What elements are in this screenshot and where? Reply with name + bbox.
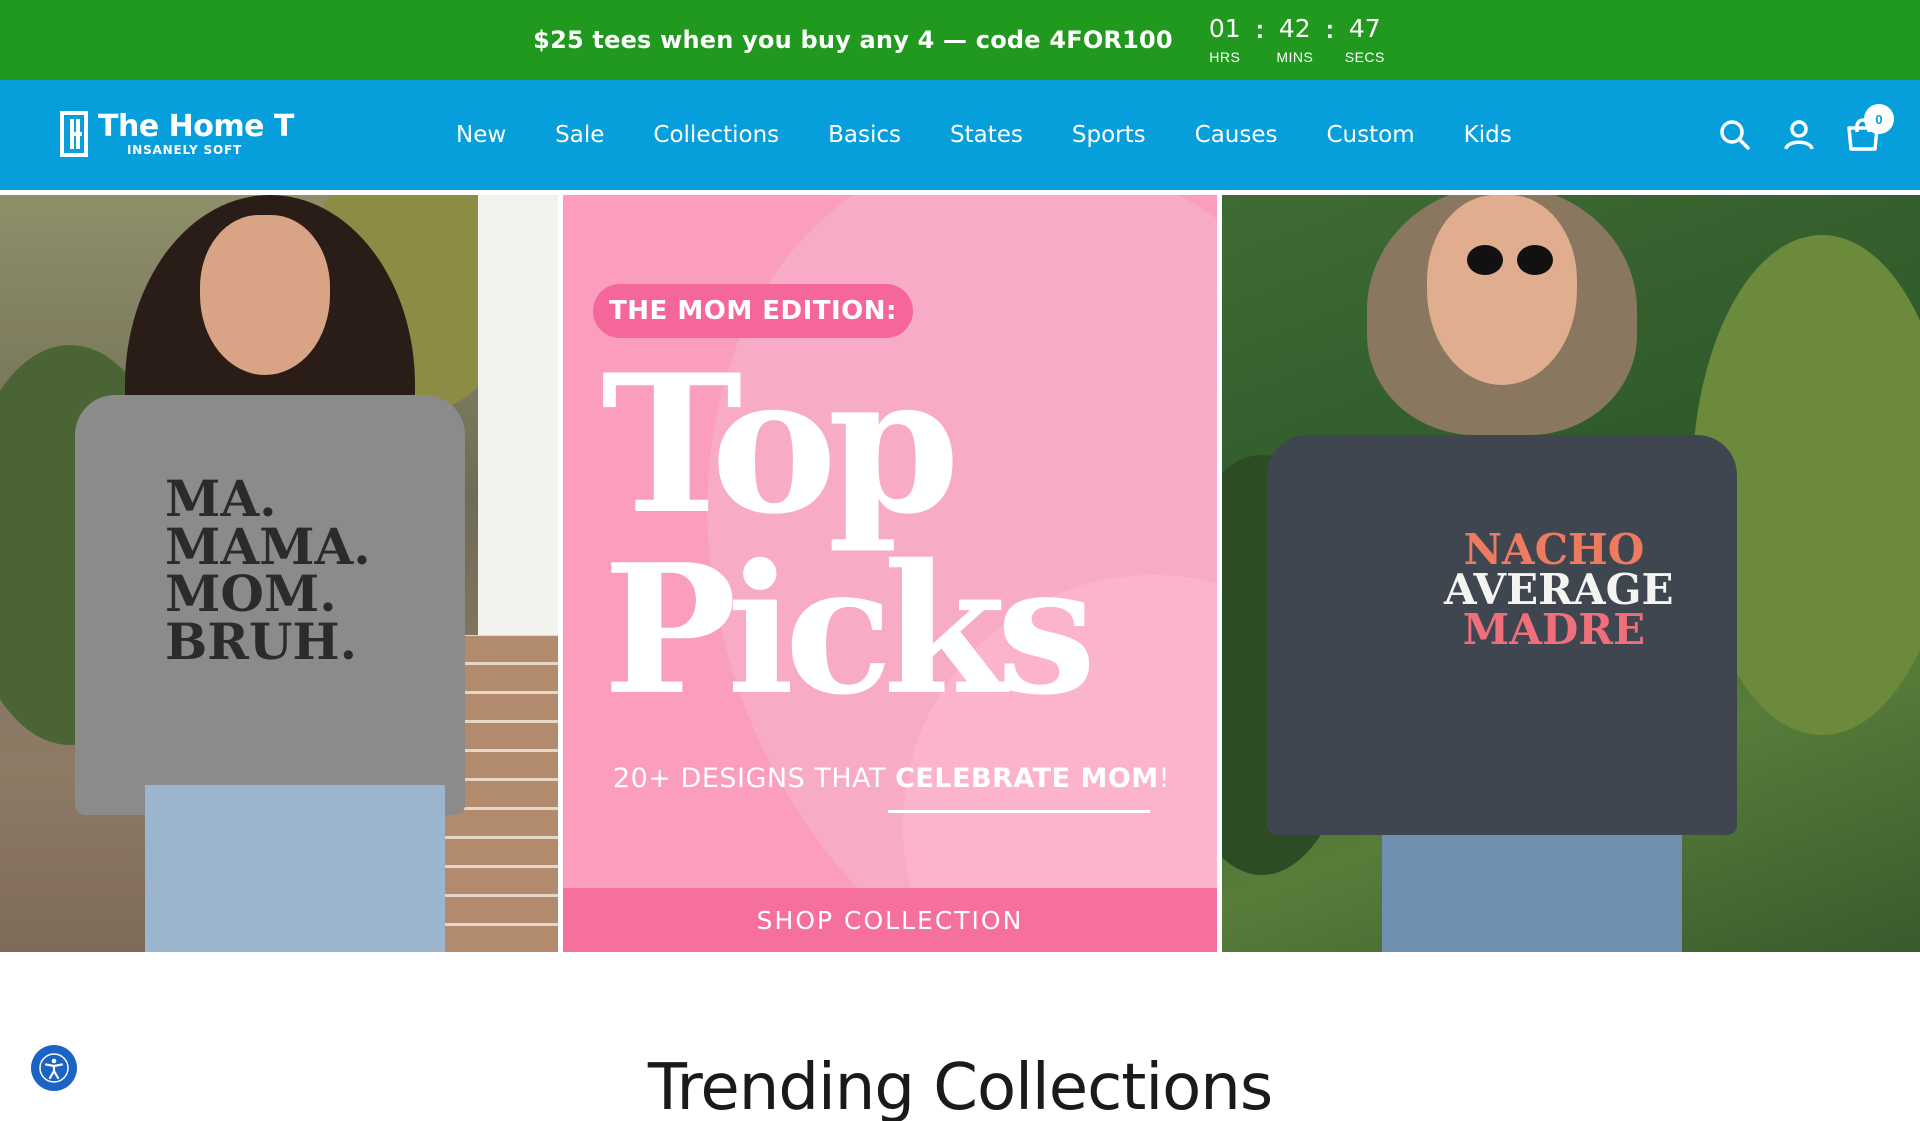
nav-item-new[interactable]: New [456,122,506,148]
account-icon[interactable] [1782,118,1816,152]
countdown-separator: : [1325,14,1335,44]
hero-photo-left[interactable]: MA. MAMA. MOM. BRUH. [0,195,558,952]
site-logo[interactable]: The Home T INSANELY SOFT [60,111,294,157]
nav-item-causes[interactable]: Causes [1195,122,1278,148]
logo-text: The Home T INSANELY SOFT [98,109,294,158]
main-nav: New Sale Collections Basics States Sport… [456,80,1561,190]
cart-icon[interactable]: 0 [1846,104,1894,152]
promo-subtitle-plain: 20+ DESIGNS THAT [613,763,896,794]
left-shirt-print: MA. MAMA. MOM. BRUH. [165,469,371,671]
logo-name: The Home T [98,109,294,144]
left-shirt-line: MAMA. [165,516,371,576]
promo-title-top: Top [601,333,960,556]
right-shirt-line: AVERAGE [1444,564,1674,614]
countdown-minutes-value: 42 [1278,14,1311,43]
countdown-hours-label: HRS [1209,49,1241,65]
left-shirt-line: MOM. [165,564,337,623]
promo-underline [888,810,1150,813]
announcement-text[interactable]: $25 tees when you buy any 4 — code 4FOR1… [533,26,1173,54]
shop-collection-button[interactable]: SHOP COLLECTION [563,888,1217,952]
nav-item-basics[interactable]: Basics [828,122,901,148]
right-shirt-line: NACHO [1463,525,1645,574]
right-shirt-print: NACHO AVERAGE MADRE [1444,525,1674,654]
mom-edition-pill: THE MOM EDITION: [593,284,913,338]
announcement-bar: $25 tees when you buy any 4 — code 4FOR1… [0,0,1920,80]
logo-tagline: INSANELY SOFT [127,143,242,157]
promo-subtitle: 20+ DESIGNS THAT CELEBRATE MOM! [613,763,1170,794]
search-icon[interactable] [1718,118,1752,152]
countdown-hours-value: 01 [1208,14,1241,43]
right-shirt-line: MADRE [1462,604,1646,654]
cart-count-badge: 0 [1864,104,1894,134]
hero-promo-top-picks[interactable]: THE MOM EDITION: Top Picks 20+ DESIGNS T… [563,195,1217,952]
hero-banner: MA. MAMA. MOM. BRUH. THE MOM EDITION: To… [0,195,1920,952]
countdown-seconds-label: SECS [1344,49,1385,65]
left-shirt-line: BRUH. [165,611,358,671]
promo-subtitle-end: ! [1158,763,1170,794]
nav-item-kids[interactable]: Kids [1464,122,1512,148]
countdown-minutes: 42 MINS [1273,14,1317,66]
nav-item-sports[interactable]: Sports [1072,122,1146,148]
countdown-seconds: 47 SECS [1343,14,1387,66]
promo-title-picks: Picks [603,525,1096,734]
nav-item-sale[interactable]: Sale [555,122,604,148]
countdown-seconds-value: 47 [1348,14,1381,43]
left-shirt-line: MA. [165,469,277,528]
logo-icon [60,111,88,157]
countdown-separator: : [1255,14,1265,44]
promo-subtitle-bold: CELEBRATE MOM [895,763,1159,794]
nav-item-states[interactable]: States [950,122,1023,148]
header-icons: 0 [1688,80,1894,190]
section-title-trending: Trending Collections [647,1051,1273,1121]
site-header: The Home T INSANELY SOFT New Sale Collec… [0,80,1920,190]
countdown-hours: 01 HRS [1203,14,1247,66]
nav-item-collections[interactable]: Collections [653,122,779,148]
nav-item-custom[interactable]: Custom [1327,122,1415,148]
hero-photo-right[interactable]: NACHO AVERAGE MADRE [1222,195,1920,952]
countdown-minutes-label: MINS [1276,49,1314,65]
countdown-timer: 01 HRS : 42 MINS : 47 SECS [1203,14,1387,66]
